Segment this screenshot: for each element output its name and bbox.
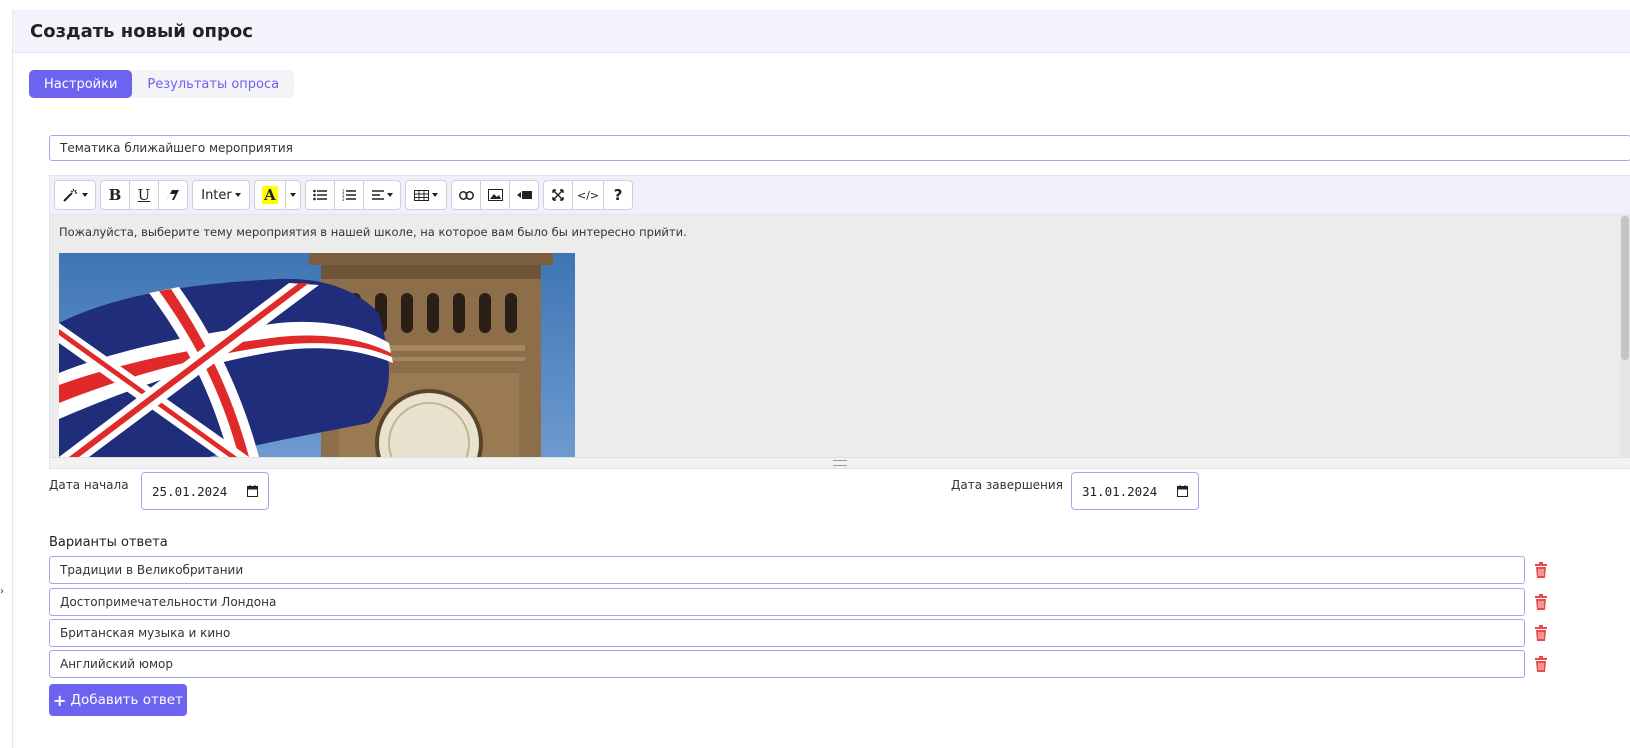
start-date-value: 25.01.2024: [152, 483, 228, 499]
delete-answer-trash-icon[interactable]: [1534, 656, 1548, 672]
end-date-label: Дата завершения: [951, 478, 1063, 492]
delete-answer-trash-icon[interactable]: [1534, 625, 1548, 641]
survey-title-input[interactable]: Тематика ближайшего мероприятия: [49, 135, 1630, 161]
bold-icon[interactable]: B: [100, 180, 130, 210]
help-icon[interactable]: ?: [603, 180, 634, 210]
add-answer-label: Добавить ответ: [70, 692, 183, 708]
video-icon[interactable]: [509, 180, 539, 210]
link-icon[interactable]: [451, 180, 481, 210]
plus-icon: +: [53, 690, 67, 710]
color-dropdown-caret[interactable]: [285, 180, 301, 210]
font-family-dropdown[interactable]: Inter: [192, 180, 250, 210]
editor-scrollbar[interactable]: [1620, 215, 1630, 457]
union-jack-big-ben-image: [59, 253, 575, 457]
start-date-label: Дата начала: [49, 478, 129, 492]
page-title: Создать новый опрос: [30, 20, 253, 42]
tabs: Настройки Результаты опроса: [29, 70, 295, 98]
tab-settings[interactable]: Настройки: [29, 70, 133, 98]
calendar-icon[interactable]: [247, 485, 258, 497]
fullscreen-icon[interactable]: [543, 180, 573, 210]
edge-caret: ›: [0, 586, 4, 597]
start-date-input[interactable]: 25.01.2024: [141, 472, 269, 510]
eraser-icon[interactable]: [158, 180, 188, 210]
editor-toolbar: B U Inter A 1 2 3 </> ?: [50, 176, 1630, 215]
survey-card: Создать новый опрос Настройки Результаты…: [12, 10, 1630, 748]
answer-input[interactable]: Традиции в Великобритании: [49, 556, 1525, 584]
delete-answer-trash-icon[interactable]: [1534, 594, 1548, 610]
unordered-list-icon[interactable]: [305, 180, 335, 210]
magic-wand-icon[interactable]: [54, 180, 96, 210]
editor-text: Пожалуйста, выберите тему мероприятия в …: [59, 225, 687, 239]
answer-options-title: Варианты ответа: [49, 535, 168, 550]
add-answer-button[interactable]: + Добавить ответ: [49, 684, 187, 716]
tab-results[interactable]: Результаты опроса: [132, 70, 294, 98]
answer-input[interactable]: Британская музыка и кино: [49, 619, 1525, 647]
scrollbar-thumb[interactable]: [1621, 216, 1629, 360]
text-color-icon[interactable]: A: [254, 180, 286, 210]
font-family-label: Inter: [201, 187, 232, 203]
card-header: Создать новый опрос: [13, 10, 1630, 53]
picture-icon[interactable]: [480, 180, 510, 210]
end-date-value: 31.01.2024: [1082, 483, 1158, 499]
end-date-input[interactable]: 31.01.2024: [1071, 472, 1199, 510]
table-icon[interactable]: [405, 180, 447, 210]
answer-input[interactable]: Английский юмор: [49, 650, 1525, 678]
ordered-list-icon[interactable]: 123: [334, 180, 364, 210]
editor-resize-handle[interactable]: [50, 457, 1630, 468]
align-icon[interactable]: [363, 180, 401, 210]
answer-input[interactable]: Достопримечательности Лондона: [49, 588, 1525, 616]
svg-text:3: 3: [342, 197, 345, 201]
delete-answer-trash-icon[interactable]: [1534, 562, 1548, 578]
rich-text-editor: B U Inter A 1 2 3 </> ? Пожалуйста, выбе…: [49, 175, 1630, 469]
underline-icon[interactable]: U: [129, 180, 159, 210]
calendar-icon[interactable]: [1177, 485, 1188, 497]
editor-content[interactable]: Пожалуйста, выберите тему мероприятия в …: [50, 215, 1630, 457]
code-view-icon[interactable]: </>: [572, 180, 605, 210]
